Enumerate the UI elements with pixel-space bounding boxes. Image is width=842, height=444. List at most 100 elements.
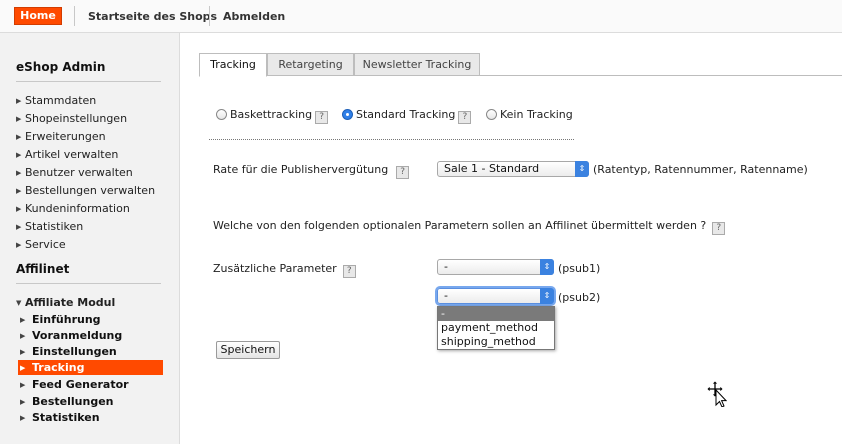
sidebar-subitem-einfuehrung[interactable]: ▶ Einführung <box>20 313 101 326</box>
sidebar-subitem-tracking[interactable]: ▶ Tracking <box>18 360 163 375</box>
sidebar-title: eShop Admin <box>16 60 106 74</box>
sidebar-item-label: Service <box>25 238 66 251</box>
radio-label: Standard Tracking <box>356 108 456 121</box>
triangle-right-icon: ▶ <box>16 187 22 195</box>
psub2-select-value: - <box>444 289 448 302</box>
triangle-right-icon: ▶ <box>20 364 26 372</box>
dotted-divider <box>209 139 574 140</box>
help-icon[interactable]: ? <box>458 111 472 124</box>
sidebar-subitem-label: Feed Generator <box>32 378 129 391</box>
top-separator <box>209 6 210 26</box>
shop-start-link[interactable]: Startseite des Shops <box>88 10 217 23</box>
rate-select[interactable]: Sale 1 - Standard ⇕ <box>437 161 589 177</box>
psub2-select[interactable]: - ⇕ <box>437 288 554 304</box>
sidebar-item-kundeninformation[interactable]: ▶ Kundeninformation <box>16 202 130 215</box>
dropdown-option[interactable]: payment_method <box>438 321 554 335</box>
main-content: Tracking Retargeting Newsletter Tracking… <box>181 33 842 444</box>
radio-label: Baskettracking <box>230 108 313 121</box>
sidebar-subitem-bestellungen[interactable]: ▶ Bestellungen <box>20 395 113 408</box>
sidebar-item-label: Artikel verwalten <box>25 148 119 161</box>
dropdown-option[interactable]: shipping_method <box>438 335 554 349</box>
psub1-suffix: (psub1) <box>558 262 601 275</box>
triangle-right-icon: ▶ <box>16 169 22 177</box>
sidebar-item-service[interactable]: ▶ Service <box>16 238 66 251</box>
sidebar-item-stammdaten[interactable]: ▶ Stammdaten <box>16 94 96 107</box>
sidebar-item-affiliate-modul[interactable]: ▼ Affiliate Modul <box>16 296 115 309</box>
sidebar-item-label: Stammdaten <box>25 94 97 107</box>
tab-tracking[interactable]: Tracking <box>199 53 267 77</box>
sidebar-subitem-einstellungen[interactable]: ▶ Einstellungen <box>20 345 117 358</box>
sidebar-item-label: Kundeninformation <box>25 202 130 215</box>
sidebar-item-label: Erweiterungen <box>25 130 106 143</box>
help-icon[interactable]: ? <box>315 111 329 124</box>
sidebar-subitem-voranmeldung[interactable]: ▶ Voranmeldung <box>20 329 122 342</box>
triangle-right-icon: ▶ <box>20 332 26 340</box>
radio-label: Kein Tracking <box>500 108 573 121</box>
sidebar-item-label: Statistiken <box>25 220 84 233</box>
rate-label: Rate für die Publishervergütung? <box>213 163 410 179</box>
tab-newsletter-tracking[interactable]: Newsletter Tracking <box>354 53 480 76</box>
sidebar-item-label: Affiliate Modul <box>25 296 116 309</box>
params-label: Zusätzliche Parameter? <box>213 262 356 278</box>
top-separator <box>74 6 75 26</box>
sidebar-subitem-feed-generator[interactable]: ▶ Feed Generator <box>20 378 129 391</box>
sidebar: eShop Admin ▶ Stammdaten ▶ Shopeinstellung… <box>0 33 180 444</box>
rate-select-value: Sale 1 - Standard <box>444 162 540 175</box>
psub1-select[interactable]: - ⇕ <box>437 259 554 275</box>
sidebar-subitem-label: Bestellungen <box>32 395 114 408</box>
sidebar-subitem-label: Einführung <box>32 313 101 326</box>
sidebar-item-erweiterungen[interactable]: ▶ Erweiterungen <box>16 130 106 143</box>
triangle-right-icon: ▶ <box>16 97 22 105</box>
rate-hint: (Ratentyp, Ratennummer, Ratenname) <box>593 163 808 176</box>
save-button[interactable]: Speichern <box>216 341 280 359</box>
triangle-right-icon: ▶ <box>16 151 22 159</box>
home-button[interactable]: Home <box>14 7 62 25</box>
sidebar-subitem-statistiken[interactable]: ▶ Statistiken <box>20 411 100 424</box>
triangle-right-icon: ▶ <box>20 381 26 389</box>
sidebar-subitem-label: Statistiken <box>32 411 100 424</box>
radio-baskettracking[interactable]: Baskettracking? <box>216 108 329 124</box>
chevron-updown-icon: ⇕ <box>575 161 589 177</box>
sidebar-divider <box>16 81 161 82</box>
help-icon[interactable]: ? <box>342 265 356 278</box>
sidebar-item-benutzer[interactable]: ▶ Benutzer verwalten <box>16 166 133 179</box>
triangle-right-icon: ▶ <box>20 398 26 406</box>
help-icon[interactable]: ? <box>712 222 726 235</box>
dropdown-option[interactable]: - <box>438 307 554 321</box>
logout-link[interactable]: Abmelden <box>223 10 285 23</box>
sidebar-subitem-label: Voranmeldung <box>32 329 123 342</box>
radio-circle[interactable] <box>486 109 497 120</box>
psub2-suffix: (psub2) <box>558 291 601 304</box>
triangle-right-icon: ▶ <box>16 115 22 123</box>
sidebar-item-label: Bestellungen verwalten <box>25 184 156 197</box>
chevron-updown-icon: ⇕ <box>540 259 554 275</box>
radio-circle[interactable] <box>216 109 227 120</box>
rate-label-text: Rate für die Publishervergütung <box>213 163 389 176</box>
sidebar-item-label: Shopeinstellungen <box>25 112 128 125</box>
triangle-right-icon: ▶ <box>16 205 22 213</box>
radio-circle-selected[interactable] <box>342 109 353 120</box>
psub2-dropdown-list: - payment_method shipping_method <box>437 306 555 350</box>
sidebar-item-artikel[interactable]: ▶ Artikel verwalten <box>16 148 118 161</box>
help-icon[interactable]: ? <box>396 166 410 179</box>
psub1-select-value: - <box>444 260 448 273</box>
triangle-right-icon: ▶ <box>16 133 22 141</box>
sidebar-section-title: Affilinet <box>16 262 70 276</box>
sidebar-item-shopeinstellungen[interactable]: ▶ Shopeinstellungen <box>16 112 127 125</box>
sidebar-subitem-label: Einstellungen <box>32 345 117 358</box>
triangle-right-icon: ▶ <box>16 241 22 249</box>
move-cursor-icon <box>706 380 728 410</box>
params-label-text: Zusätzliche Parameter <box>213 262 337 275</box>
radio-kein-tracking[interactable]: Kein Tracking <box>486 108 573 121</box>
triangle-right-icon: ▶ <box>16 223 22 231</box>
triangle-right-icon: ▶ <box>20 316 26 324</box>
chevron-updown-icon: ⇕ <box>540 288 554 304</box>
tab-retargeting[interactable]: Retargeting <box>267 53 354 76</box>
sidebar-item-statistiken[interactable]: ▶ Statistiken <box>16 220 83 233</box>
sidebar-item-bestellungen[interactable]: ▶ Bestellungen verwalten <box>16 184 155 197</box>
params-question: Welche von den folgenden optionalen Para… <box>213 219 726 235</box>
triangle-right-icon: ▶ <box>20 414 26 422</box>
radio-standard-tracking[interactable]: Standard Tracking? <box>342 108 472 124</box>
triangle-right-icon: ▶ <box>20 348 26 356</box>
sidebar-divider <box>16 283 161 284</box>
